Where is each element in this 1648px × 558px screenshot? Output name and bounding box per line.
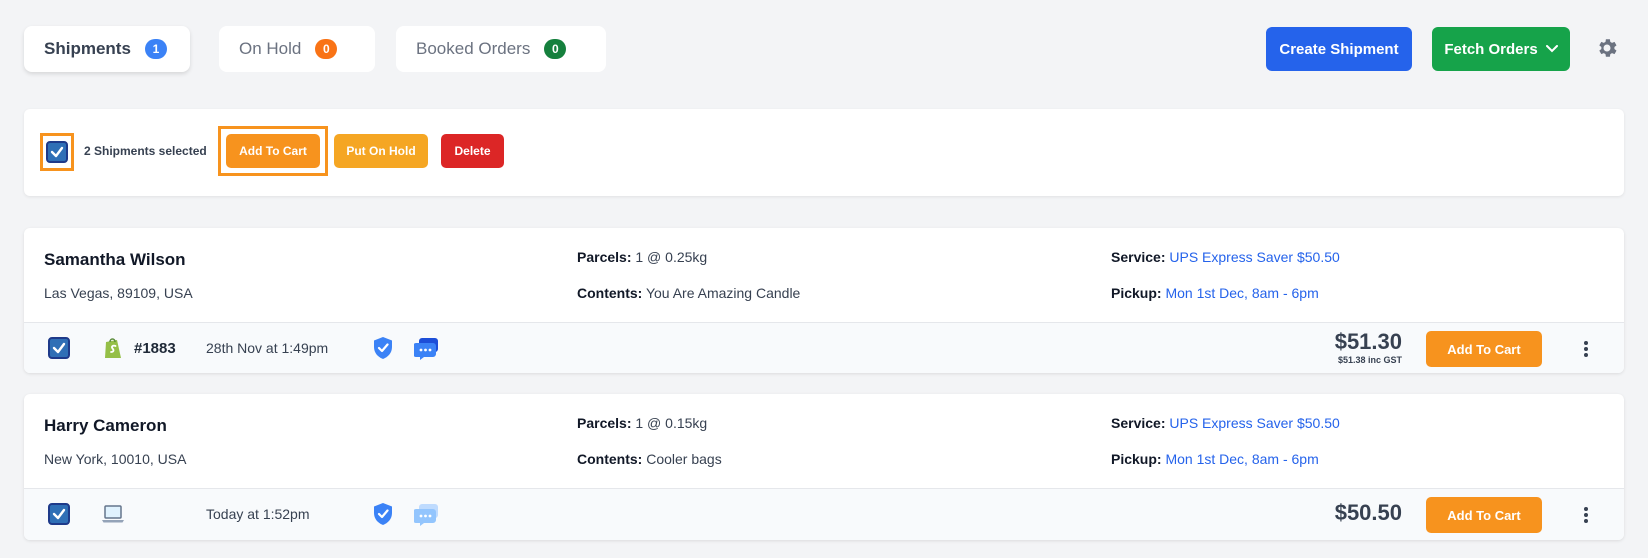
pickup-info: Pickup: Mon 1st Dec, 8am - 6pm — [1111, 451, 1319, 467]
shopify-icon — [105, 338, 121, 358]
parcels-value: 1 @ 0.25kg — [635, 249, 708, 265]
parcels-label: Parcels: — [577, 415, 632, 431]
laptop-icon — [102, 505, 124, 523]
service-label: Service: — [1111, 249, 1166, 265]
price-amount: $51.30 — [1334, 329, 1402, 354]
pickup-link[interactable]: Mon 1st Dec, 8am - 6pm — [1165, 285, 1318, 301]
recipient-name: Samantha Wilson — [44, 250, 186, 269]
check-icon — [52, 342, 66, 354]
recipient-name: Harry Cameron — [44, 416, 167, 435]
price-block: $51.30 $51.38 inc GST — [1334, 329, 1402, 366]
service-label: Service: — [1111, 415, 1166, 431]
contents-info: Contents: Cooler bags — [577, 451, 722, 467]
tab-shipments-label: Shipments — [44, 39, 131, 58]
contents-value: You Are Amazing Candle — [645, 285, 801, 301]
tab-shipments[interactable]: Shipments 1 — [24, 26, 190, 72]
message-icon[interactable] — [414, 501, 440, 527]
price-gst: $51.38 inc GST — [1337, 355, 1402, 365]
shipment-footer: Today at 1:52pm $50.50 Add To Cart — [24, 488, 1624, 540]
select-all-checkbox[interactable] — [46, 141, 68, 163]
order-date: 28th Nov at 1:49pm — [206, 340, 329, 356]
parcels-label: Parcels: — [577, 249, 632, 265]
tab-booked-orders-label: Booked Orders — [416, 39, 531, 58]
parcels-info: Parcels: 1 @ 0.15kg — [577, 415, 707, 431]
create-shipment-button[interactable]: Create Shipment — [1266, 27, 1412, 71]
selected-count-text: 2 Shipments selected — [84, 144, 207, 158]
insurance-shield-icon[interactable] — [372, 502, 394, 526]
delete-button[interactable]: Delete — [441, 134, 504, 168]
pickup-link[interactable]: Mon 1st Dec, 8am - 6pm — [1165, 451, 1318, 467]
contents-label: Contents: — [577, 285, 643, 301]
add-to-cart-button[interactable]: Add To Cart — [1426, 331, 1542, 367]
bulk-action-bar: 2 Shipments selected Add To Cart Put On … — [24, 109, 1624, 196]
message-icon[interactable] — [414, 335, 440, 361]
tab-booked-orders[interactable]: Booked Orders 0 — [396, 26, 606, 72]
recipient-address: New York, 10010, USA — [44, 451, 187, 467]
shipment-card: Harry Cameron New York, 10010, USA Parce… — [24, 394, 1624, 540]
fetch-orders-button[interactable]: Fetch Orders — [1432, 27, 1570, 71]
chevron-down-icon — [1545, 45, 1558, 53]
price-amount: $50.50 — [1334, 500, 1402, 525]
contents-value: Cooler bags — [646, 451, 722, 467]
add-to-cart-button[interactable]: Add To Cart — [1426, 497, 1542, 533]
recipient-address: Las Vegas, 89109, USA — [44, 285, 193, 301]
bulk-add-to-cart-button[interactable]: Add To Cart — [226, 134, 320, 168]
tab-shipments-count: 1 — [144, 39, 167, 59]
fetch-orders-label: Fetch Orders — [1444, 40, 1538, 58]
more-options-icon[interactable] — [1582, 505, 1590, 525]
pickup-label: Pickup: — [1111, 451, 1162, 467]
contents-label: Contents: — [577, 451, 643, 467]
service-info: Service: UPS Express Saver $50.50 — [1111, 249, 1340, 265]
parcels-value: 1 @ 0.15kg — [635, 415, 708, 431]
check-icon — [52, 508, 66, 520]
order-number[interactable]: #1883 — [134, 340, 176, 357]
parcels-info: Parcels: 1 @ 0.25kg — [577, 249, 707, 265]
shipment-card: Samantha Wilson Las Vegas, 89109, USA Pa… — [24, 228, 1624, 373]
service-link[interactable]: UPS Express Saver $50.50 — [1169, 249, 1339, 265]
put-on-hold-button[interactable]: Put On Hold — [334, 134, 428, 168]
gear-icon[interactable] — [1595, 36, 1619, 60]
tab-on-hold-count: 0 — [315, 39, 338, 59]
insurance-shield-icon[interactable] — [372, 336, 394, 360]
price-block: $50.50 — [1335, 502, 1402, 524]
tab-on-hold[interactable]: On Hold 0 — [219, 26, 375, 72]
pickup-label: Pickup: — [1111, 285, 1162, 301]
order-date: Today at 1:52pm — [206, 506, 310, 522]
shipment-footer: #1883 28th Nov at 1:49pm $51.30 $51.38 i… — [24, 322, 1624, 373]
contents-info: Contents: You Are Amazing Candle — [577, 285, 800, 301]
shipment-checkbox[interactable] — [48, 337, 70, 359]
service-link[interactable]: UPS Express Saver $50.50 — [1169, 415, 1339, 431]
tab-on-hold-label: On Hold — [239, 39, 302, 58]
tab-booked-orders-count: 0 — [544, 39, 567, 59]
service-info: Service: UPS Express Saver $50.50 — [1111, 415, 1340, 431]
shipment-checkbox[interactable] — [48, 503, 70, 525]
check-icon — [50, 146, 64, 158]
pickup-info: Pickup: Mon 1st Dec, 8am - 6pm — [1111, 285, 1319, 301]
more-options-icon[interactable] — [1582, 339, 1590, 359]
